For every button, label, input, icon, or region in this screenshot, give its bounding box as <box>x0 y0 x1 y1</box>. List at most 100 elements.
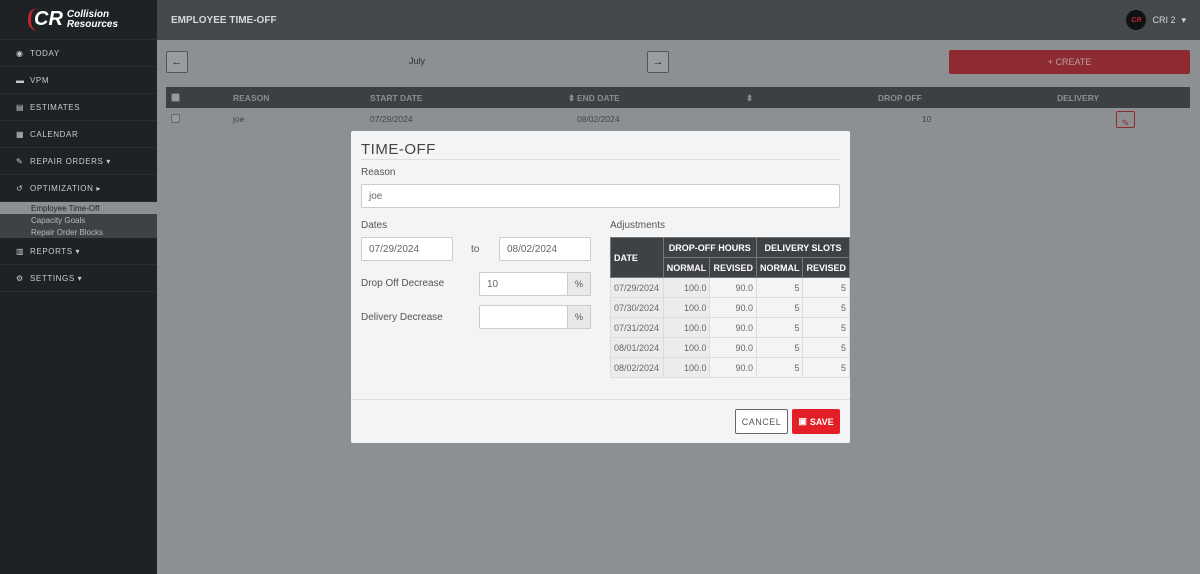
save-button[interactable]: ▣ SAVE <box>792 409 840 434</box>
reason-input[interactable]: joe <box>361 184 840 208</box>
sort-icon[interactable]: ⬍ <box>568 93 575 104</box>
col-drop-off-hours: DROP-OFF HOURS <box>662 237 757 258</box>
col-date: DATE <box>610 237 664 278</box>
sidebar-item-today[interactable]: ◉ TODAY <box>0 40 157 67</box>
adjustments-label: Adjustments <box>610 220 666 231</box>
end-date-input[interactable]: 08/02/2024 <box>499 237 591 261</box>
percent-addon: % <box>567 272 591 296</box>
sidebar-item-optimization[interactable]: ↺ OPTIMIZATION ▸ <box>0 175 157 202</box>
sidebar-subitem[interactable]: Employee Time-Off <box>0 202 157 214</box>
adjustment-cell: 90.0 <box>709 317 757 338</box>
sidebar-item-settings[interactable]: ⚙ SETTINGS ▾ <box>0 265 157 292</box>
save-label: SAVE <box>809 416 834 427</box>
time-off-modal: TIME-OFF Reason joe Dates 07/29/2024 to … <box>351 131 851 443</box>
sidebar-item-label: OPTIMIZATION ▸ <box>30 183 101 193</box>
sidebar-item-repair[interactable]: ✎ REPAIR ORDERS ▾ <box>0 148 157 175</box>
col-delivery[interactable]: DELIVERY <box>1057 93 1099 103</box>
prev-month-button[interactable]: ← <box>166 51 188 73</box>
optimization-submenu: Employee Time-Off Capacity Goals Repair Or… <box>0 202 157 238</box>
dates-label: Dates <box>361 220 388 231</box>
adjustment-cell: 100.0 <box>662 337 711 358</box>
table-header: REASON START DATE ⬍ END DATE ⬍ DROP OFF … <box>166 87 1190 108</box>
calendar-icon: ▦ <box>16 129 25 139</box>
sidebar-subitem[interactable]: Repair Order Blocks <box>0 226 157 238</box>
cancel-button[interactable]: CANCEL <box>735 409 788 434</box>
adjustment-cell: 5 <box>802 297 850 318</box>
sidebar-item-calendar[interactable]: ▦ CALENDAR <box>0 121 157 148</box>
car-icon: ▬ <box>16 75 25 85</box>
percent-addon: % <box>567 305 591 329</box>
drop-off-decrease-input[interactable]: 10 <box>479 272 568 296</box>
adjustment-cell: 07/29/2024 <box>610 277 664 298</box>
caret-down-icon: ▾ <box>1181 14 1186 25</box>
select-all-checkbox[interactable] <box>171 93 180 102</box>
adjustment-cell: 5 <box>755 337 804 358</box>
sidebar-item-estimates[interactable]: ▤ ESTIMATES <box>0 94 157 121</box>
page-title: EMPLOYEE TIME-OFF <box>171 14 277 26</box>
col-end-date[interactable]: END DATE <box>577 93 620 103</box>
delivery-decrease-input[interactable] <box>479 305 568 329</box>
sidebar-item-label: TODAY <box>30 48 60 58</box>
pencil-icon: ✎ <box>1121 118 1130 128</box>
col-normal: NORMAL <box>662 257 711 278</box>
adjustment-cell: 07/30/2024 <box>610 297 664 318</box>
adjustment-cell: 90.0 <box>709 297 757 318</box>
user-menu[interactable]: CR CRI 2 ▾ <box>1126 10 1186 30</box>
avatar: CR <box>1126 10 1147 30</box>
col-revised: REVISED <box>709 257 757 278</box>
wrench-icon: ✎ <box>16 156 24 166</box>
col-revised: REVISED <box>802 257 850 278</box>
adjustment-cell: 5 <box>755 317 804 338</box>
col-normal: NORMAL <box>755 257 804 278</box>
adjustment-cell: 100.0 <box>662 277 711 298</box>
table-row[interactable]: joe 07/29/2024 08/02/2024 10 ✎ <box>166 108 1190 130</box>
adjustment-cell: 5 <box>755 277 804 298</box>
bar-chart-icon: ▥ <box>16 246 25 256</box>
adjustment-cell: 90.0 <box>709 277 757 298</box>
delivery-decrease-label: Delivery Decrease <box>361 312 443 323</box>
adjustment-cell: 5 <box>802 357 850 378</box>
cell-end: 08/02/2024 <box>577 114 620 124</box>
col-drop-off[interactable]: DROP OFF <box>878 93 922 103</box>
adjustment-cell: 100.0 <box>662 317 711 338</box>
logo-name: Collision Resources <box>66 8 119 30</box>
history-icon: ↺ <box>16 183 24 193</box>
cell-start: 07/29/2024 <box>370 114 413 124</box>
adjustment-cell: 08/02/2024 <box>610 357 664 378</box>
sort-icon[interactable]: ⬍ <box>746 93 753 104</box>
cell-drop-off: 10 <box>922 114 932 124</box>
adjustment-cell: 5 <box>755 357 804 378</box>
sidebar-subitem[interactable]: Capacity Goals <box>0 214 157 226</box>
sidebar-item-vpm[interactable]: ▬ VPM <box>0 67 157 94</box>
adjustment-cell: 5 <box>802 317 850 338</box>
sidebar-item-reports[interactable]: ▥ REPORTS ▾ <box>0 238 157 265</box>
to-label: to <box>471 244 480 255</box>
adjustment-row: 07/31/2024 100.0 90.0 5 5 <box>610 317 850 338</box>
sidebar: CR Collision Resources ◉ TODAY ▬ VPM ▤ ESTIMAT… <box>0 0 157 574</box>
adjustment-cell: 07/31/2024 <box>610 317 664 338</box>
row-checkbox[interactable] <box>171 114 180 123</box>
create-button[interactable]: + CREATE <box>949 50 1190 74</box>
adjustment-row: 07/30/2024 100.0 90.0 5 5 <box>610 297 850 318</box>
sidebar-item-label: ESTIMATES <box>30 102 81 112</box>
adjustment-cell: 100.0 <box>662 297 711 318</box>
col-reason[interactable]: REASON <box>233 93 269 103</box>
sidebar-item-label: REPORTS ▾ <box>30 246 81 256</box>
sidebar-item-label: VPM <box>30 75 50 85</box>
top-bar: EMPLOYEE TIME-OFF CR CRI 2 ▾ <box>157 0 1200 40</box>
cell-reason: joe <box>233 114 245 124</box>
month-label: July <box>409 56 426 66</box>
col-start-date[interactable]: START DATE <box>370 93 423 103</box>
adjustment-row: 08/02/2024 100.0 90.0 5 5 <box>610 357 850 378</box>
next-month-button[interactable]: → <box>647 51 669 73</box>
adjustment-cell: 90.0 <box>709 357 757 378</box>
adjustment-row: 07/29/2024 100.0 90.0 5 5 <box>610 277 850 298</box>
adjustment-cell: 90.0 <box>709 337 757 358</box>
start-date-input[interactable]: 07/29/2024 <box>361 237 453 261</box>
modal-footer-divider <box>351 399 850 400</box>
adjustment-cell: 100.0 <box>662 357 711 378</box>
edit-button[interactable]: ✎ <box>1116 111 1135 128</box>
id-card-icon: ▤ <box>16 102 25 112</box>
logo[interactable]: CR Collision Resources <box>0 0 157 40</box>
floppy-disk-icon: ▣ <box>798 416 807 426</box>
